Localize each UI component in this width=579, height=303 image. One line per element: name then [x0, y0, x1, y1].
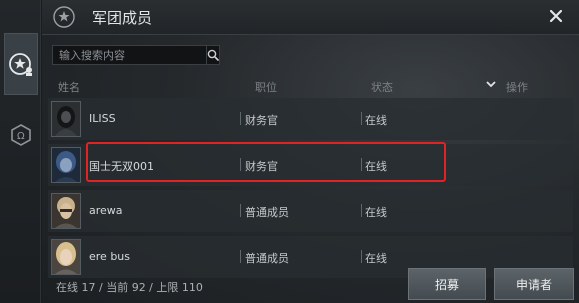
column-header-role[interactable]: 职位	[255, 79, 277, 95]
sidebar-item-legion[interactable]: Ω	[4, 104, 38, 166]
member-count-stats: 在线 17 / 当前 92 / 上限 110	[56, 281, 203, 294]
avatar	[51, 147, 81, 183]
applicants-button[interactable]: 申请者	[494, 268, 574, 300]
titlebar: 军团成员	[42, 0, 579, 35]
table-row[interactable]: arewa 普通成员 在线	[48, 190, 573, 232]
member-name: arewa	[89, 204, 123, 217]
member-status: 在线	[365, 206, 387, 219]
column-divider	[361, 204, 362, 217]
member-role: 普通成员	[245, 252, 289, 265]
member-name: ILISS	[89, 112, 116, 125]
legion-members-icon	[9, 53, 32, 76]
recruit-button[interactable]: 招募	[408, 268, 486, 300]
column-divider	[240, 112, 241, 125]
close-icon	[549, 9, 563, 23]
legion-info-icon: Ω	[11, 124, 31, 146]
blond-avatar-icon	[52, 194, 80, 228]
search-input[interactable]	[53, 47, 206, 63]
svg-text:Ω: Ω	[17, 131, 25, 142]
sidebar-item-members[interactable]	[4, 33, 38, 95]
member-name: ere bus	[89, 250, 130, 263]
members-panel: 军团成员 姓名 职位 状态 操作	[42, 0, 579, 303]
avatar	[51, 193, 81, 229]
selected-row-highlight	[86, 142, 446, 182]
blue-haired-avatar-icon	[52, 148, 80, 182]
chevron-down-icon	[486, 81, 496, 88]
members-list: ILISS 财务官 在线 国士无双001 财务官 在线 arewa 普通成员 在…	[48, 98, 573, 282]
column-header-action: 操作	[506, 81, 528, 94]
search-icon	[207, 49, 219, 61]
table-header: 姓名 职位 状态 操作	[42, 76, 579, 96]
column-header-name[interactable]: 姓名	[58, 79, 80, 95]
table-row[interactable]: ILISS 财务官 在线	[48, 98, 573, 140]
column-divider	[361, 250, 362, 263]
column-divider	[361, 112, 362, 125]
member-status: 在线	[365, 252, 387, 265]
search-button[interactable]	[206, 45, 219, 65]
member-status: 在线	[365, 114, 387, 127]
avatar	[51, 101, 81, 137]
left-sidebar: Ω	[0, 0, 41, 303]
status-filter-dropdown[interactable]	[485, 78, 497, 93]
member-role: 财务官	[245, 114, 278, 127]
column-header-status[interactable]: 状态	[371, 79, 393, 95]
column-divider	[240, 204, 241, 217]
search-box	[52, 45, 220, 65]
page-title: 军团成员	[92, 9, 153, 27]
legion-emblem-icon	[53, 6, 75, 28]
avatar	[51, 239, 81, 275]
member-role: 普通成员	[245, 206, 289, 219]
close-button[interactable]	[547, 7, 565, 25]
dark-hooded-avatar-icon	[52, 102, 80, 136]
column-divider	[240, 250, 241, 263]
blond-female-avatar-icon	[52, 240, 80, 274]
